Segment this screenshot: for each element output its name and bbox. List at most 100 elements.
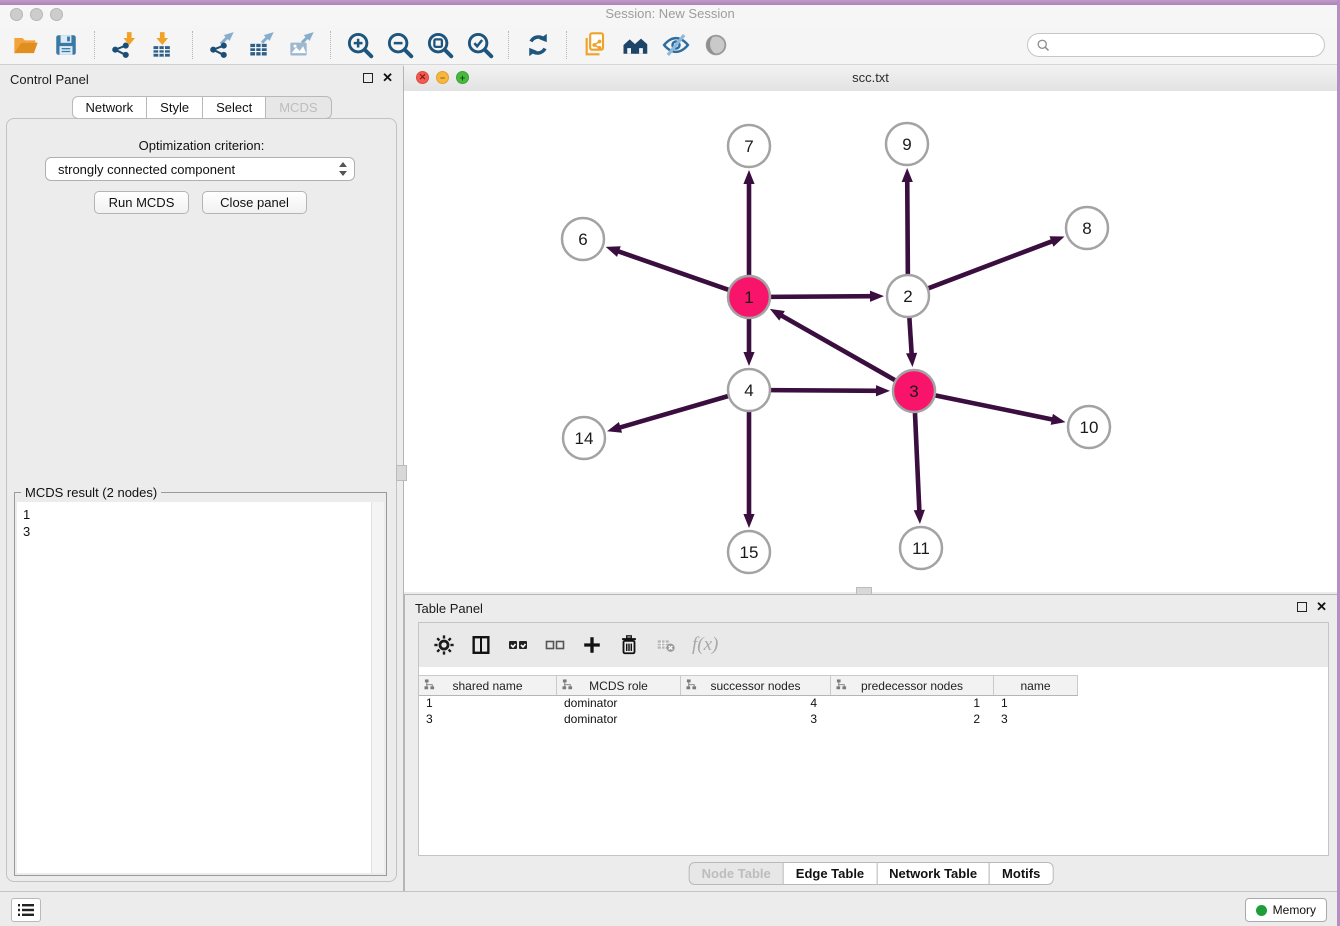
close-panel-button[interactable]: Close panel bbox=[202, 191, 307, 214]
graph-arrowhead bbox=[607, 422, 622, 433]
graph-edge-3-11[interactable] bbox=[915, 412, 920, 513]
tab-network-table[interactable]: Network Table bbox=[876, 862, 990, 885]
table-cell[interactable]: 3 bbox=[681, 712, 831, 726]
mcds-result-textarea[interactable]: 13 bbox=[17, 502, 384, 873]
table-cell[interactable]: 2 bbox=[831, 712, 994, 726]
table-cell[interactable]: 1 bbox=[994, 696, 1078, 710]
graph-edge-1-2[interactable] bbox=[770, 296, 873, 297]
import-table-icon[interactable] bbox=[144, 29, 184, 61]
copy-network-icon[interactable] bbox=[576, 29, 616, 61]
select-all-checkboxes-icon[interactable] bbox=[503, 630, 533, 660]
graph-edge-2-9[interactable] bbox=[907, 179, 908, 275]
show-columns-icon[interactable] bbox=[466, 630, 496, 660]
hierarchy-icon bbox=[836, 679, 847, 690]
column-header-successor-nodes[interactable]: successor nodes bbox=[681, 676, 831, 695]
main-toolbar bbox=[0, 26, 1337, 65]
search-box[interactable] bbox=[1027, 33, 1325, 57]
mcds-result-group: MCDS result (2 nodes) 13 bbox=[14, 492, 387, 876]
zoom-out-icon[interactable] bbox=[380, 29, 420, 61]
graph-arrowhead bbox=[1051, 414, 1066, 425]
column-header-shared-name[interactable]: shared name bbox=[419, 676, 557, 695]
zoom-selected-icon[interactable] bbox=[460, 29, 500, 61]
vertical-splitter-handle[interactable] bbox=[396, 465, 407, 481]
function-builder-icon[interactable]: f(x) bbox=[688, 634, 718, 656]
import-network-icon[interactable] bbox=[104, 29, 144, 61]
mcds-result-line: 1 bbox=[23, 506, 378, 523]
hierarchy-icon bbox=[686, 679, 697, 690]
table-cell[interactable]: 3 bbox=[994, 712, 1078, 726]
tab-edge-table[interactable]: Edge Table bbox=[783, 862, 877, 885]
tab-style[interactable]: Style bbox=[146, 96, 203, 119]
hide-graphics-eye-icon[interactable] bbox=[656, 29, 696, 61]
table-row[interactable]: 3dominator323 bbox=[419, 711, 1328, 727]
graph-node-label: 1 bbox=[744, 288, 753, 307]
task-history-button[interactable] bbox=[11, 898, 41, 922]
memory-button[interactable]: Memory bbox=[1245, 898, 1327, 922]
network-window-titlebar[interactable]: ✕ − + scc.txt bbox=[404, 64, 1337, 93]
column-header-predecessor-nodes[interactable]: predecessor nodes bbox=[831, 676, 994, 695]
graph-node-label: 14 bbox=[575, 429, 594, 448]
table-cell[interactable]: 3 bbox=[419, 712, 557, 726]
graph-edge-2-3[interactable] bbox=[909, 317, 911, 356]
tab-select[interactable]: Select bbox=[202, 96, 266, 119]
optimization-criterion-dropdown[interactable]: strongly connected component bbox=[45, 157, 355, 181]
close-panel-icon[interactable]: ✕ bbox=[382, 73, 393, 83]
dropdown-stepper-icon bbox=[338, 161, 348, 177]
refresh-layout-icon[interactable] bbox=[518, 29, 558, 61]
column-header-mcds-role[interactable]: MCDS role bbox=[557, 676, 681, 695]
table-cell[interactable]: 1 bbox=[831, 696, 994, 710]
graph-edge-2-8[interactable] bbox=[928, 240, 1055, 288]
search-input[interactable] bbox=[1051, 37, 1324, 54]
tab-motifs[interactable]: Motifs bbox=[989, 862, 1053, 885]
hierarchy-icon bbox=[562, 679, 573, 690]
close-panel-icon[interactable]: ✕ bbox=[1316, 602, 1327, 612]
export-network-icon[interactable] bbox=[202, 29, 242, 61]
table-panel-tabs: Node Table Edge Table Network Table Moti… bbox=[689, 862, 1054, 885]
float-panel-icon[interactable] bbox=[363, 73, 373, 83]
settings-gear-icon[interactable] bbox=[429, 630, 459, 660]
memory-label: Memory bbox=[1273, 903, 1316, 917]
delete-table-icon[interactable] bbox=[651, 630, 681, 660]
delete-columns-icon[interactable] bbox=[614, 630, 644, 660]
export-table-icon[interactable] bbox=[242, 29, 282, 61]
tab-network[interactable]: Network bbox=[71, 96, 147, 119]
search-icon bbox=[1036, 38, 1051, 53]
node-table-container: f(x) shared name MCDS role successor nod… bbox=[418, 622, 1329, 856]
graph-edge-4-3[interactable] bbox=[770, 390, 879, 391]
title-bar[interactable]: Session: New Session bbox=[0, 0, 1340, 27]
table-cell[interactable]: dominator bbox=[557, 712, 681, 726]
tab-mcds[interactable]: MCDS bbox=[265, 96, 331, 119]
column-header-name[interactable]: name bbox=[994, 676, 1078, 695]
graph-arrowhead bbox=[1049, 236, 1064, 246]
graph-edge-3-10[interactable] bbox=[935, 395, 1055, 420]
table-cell[interactable]: dominator bbox=[557, 696, 681, 710]
toolbar-separator bbox=[566, 31, 568, 59]
graph-edge-3-1[interactable] bbox=[779, 314, 895, 380]
network-window-title: scc.txt bbox=[404, 70, 1337, 85]
show-graphics-eye-icon[interactable] bbox=[696, 29, 736, 61]
open-folder-icon[interactable] bbox=[6, 29, 46, 61]
tab-node-table[interactable]: Node Table bbox=[689, 862, 784, 885]
float-panel-icon[interactable] bbox=[1297, 602, 1307, 612]
mcds-result-scrollbar[interactable] bbox=[371, 502, 384, 873]
graph-arrowhead bbox=[870, 291, 884, 302]
horizontal-splitter-handle[interactable] bbox=[856, 587, 872, 595]
table-cell[interactable]: 1 bbox=[419, 696, 557, 710]
export-image-icon[interactable] bbox=[282, 29, 322, 61]
network-canvas[interactable]: 7968124314101511 bbox=[404, 91, 1337, 592]
graph-edge-4-14[interactable] bbox=[618, 396, 729, 428]
deselect-all-checkboxes-icon[interactable] bbox=[540, 630, 570, 660]
zoom-fit-icon[interactable] bbox=[420, 29, 460, 61]
save-icon[interactable] bbox=[46, 29, 86, 61]
graph-arrowhead bbox=[770, 309, 785, 321]
control-panel-tabs: Network Style Select MCDS bbox=[71, 96, 331, 119]
add-column-icon[interactable] bbox=[577, 630, 607, 660]
run-mcds-button[interactable]: Run MCDS bbox=[94, 191, 189, 214]
table-row[interactable]: 1dominator411 bbox=[419, 695, 1328, 711]
home-icon[interactable] bbox=[616, 29, 656, 61]
graph-edge-1-6[interactable] bbox=[616, 251, 729, 291]
table-cell[interactable]: 4 bbox=[681, 696, 831, 710]
graph-node-label: 11 bbox=[912, 539, 930, 558]
zoom-in-icon[interactable] bbox=[340, 29, 380, 61]
graph-node-label: 8 bbox=[1082, 219, 1091, 238]
